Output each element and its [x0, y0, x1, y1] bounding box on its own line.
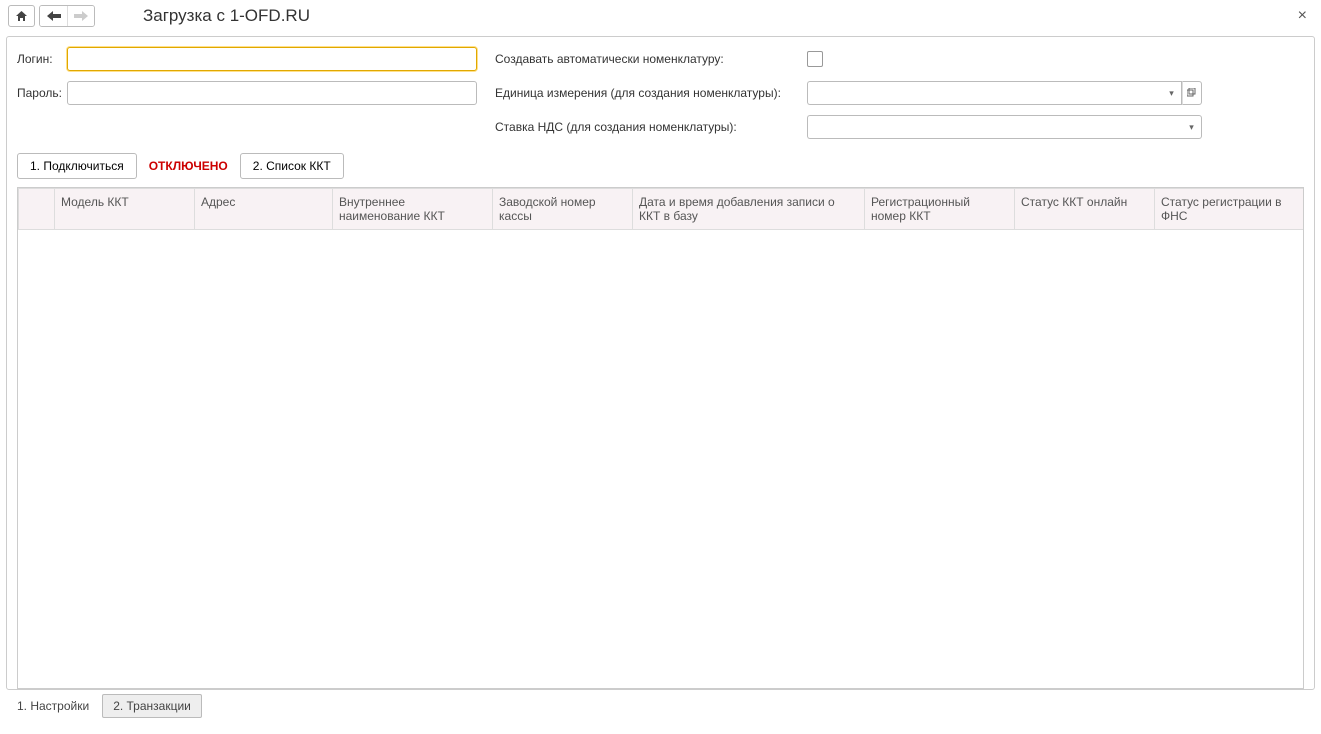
- login-input[interactable]: [67, 47, 477, 71]
- unit-open-button[interactable]: [1182, 81, 1202, 105]
- arrow-right-icon: [74, 11, 88, 21]
- connection-status: ОТКЛЮЧЕНО: [145, 159, 232, 173]
- password-label: Пароль:: [17, 86, 67, 100]
- col-checkbox[interactable]: [19, 189, 55, 230]
- home-button[interactable]: [8, 5, 35, 27]
- col-address[interactable]: Адрес: [195, 189, 333, 230]
- bottom-tabs: 1. Настройки 2. Транзакции: [6, 694, 1315, 718]
- kkt-list-button[interactable]: 2. Список ККТ: [240, 153, 344, 179]
- col-fns-status[interactable]: Статус регистрации в ФНС: [1155, 189, 1305, 230]
- page-title: Загрузка с 1-OFD.RU: [143, 6, 310, 26]
- col-serial[interactable]: Заводской номер кассы: [493, 189, 633, 230]
- col-internal-name[interactable]: Внутреннее наименование ККТ: [333, 189, 493, 230]
- col-added-at[interactable]: Дата и время добавления записи о ККТ в б…: [633, 189, 865, 230]
- vat-label: Ставка НДС (для создания номенклатуры):: [495, 120, 807, 134]
- col-online-status[interactable]: Статус ККТ онлайн: [1015, 189, 1155, 230]
- auto-create-label: Создавать автоматически номенклатуру:: [495, 52, 807, 66]
- chevron-down-icon: ▾: [1189, 122, 1194, 133]
- main-frame: Логин: Пароль: Создавать автоматически н…: [6, 36, 1315, 690]
- vat-combo: ▾: [807, 115, 1202, 139]
- close-button[interactable]: ×: [1292, 7, 1313, 25]
- unit-label: Единица измерения (для создания номенкла…: [495, 86, 807, 100]
- unit-combo: ▾: [807, 81, 1202, 105]
- vat-dropdown-button[interactable]: ▾: [1182, 115, 1202, 139]
- password-input[interactable]: [67, 81, 477, 105]
- forward-button[interactable]: [67, 6, 94, 26]
- col-reg-number[interactable]: Регистрационный номер ККТ: [865, 189, 1015, 230]
- vat-input[interactable]: [807, 115, 1182, 139]
- close-icon: ×: [1298, 7, 1307, 24]
- unit-input[interactable]: [807, 81, 1162, 105]
- home-icon: [15, 10, 28, 22]
- tab-settings[interactable]: 1. Настройки: [6, 694, 100, 718]
- chevron-down-icon: ▾: [1169, 88, 1174, 99]
- unit-dropdown-button[interactable]: ▾: [1162, 81, 1182, 105]
- tab-transactions[interactable]: 2. Транзакции: [102, 694, 202, 718]
- arrow-left-icon: [47, 11, 61, 21]
- nav-group: [39, 5, 95, 27]
- col-model[interactable]: Модель ККТ: [55, 189, 195, 230]
- auto-create-checkbox[interactable]: [807, 51, 823, 67]
- kkt-table[interactable]: Модель ККТ Адрес Внутреннее наименование…: [17, 187, 1304, 689]
- back-button[interactable]: [40, 6, 67, 26]
- open-icon: [1187, 88, 1197, 98]
- login-label: Логин:: [17, 52, 67, 66]
- connect-button[interactable]: 1. Подключиться: [17, 153, 137, 179]
- table-header-row: Модель ККТ Адрес Внутреннее наименование…: [19, 189, 1305, 230]
